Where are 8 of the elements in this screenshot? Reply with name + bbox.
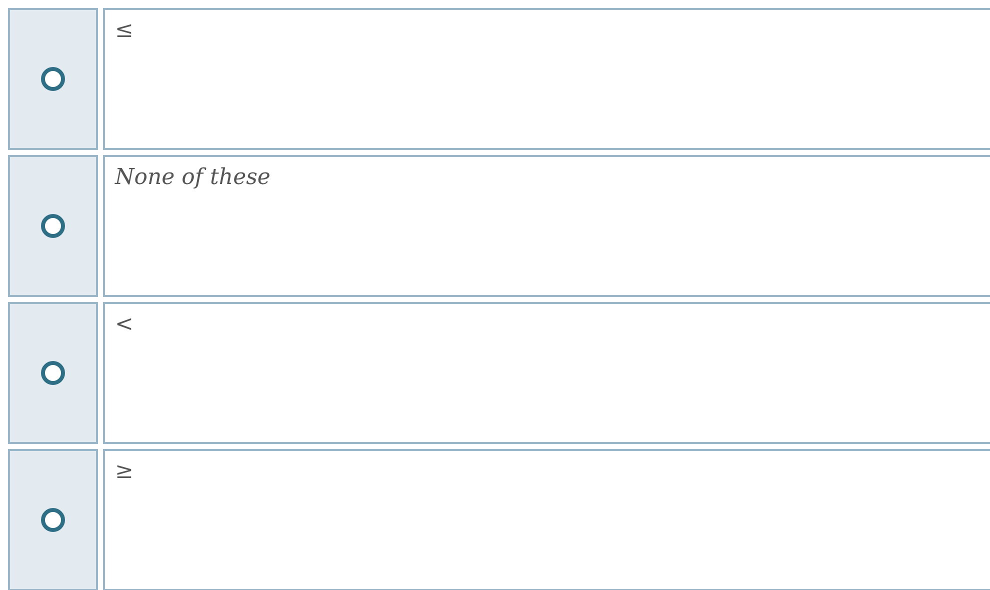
radio-button[interactable]	[41, 361, 65, 385]
answer-text: ≤	[115, 18, 134, 43]
answer-text: <	[115, 312, 134, 337]
answer-text: None of these	[115, 165, 270, 190]
radio-button[interactable]	[41, 214, 65, 238]
radio-button[interactable]	[41, 508, 65, 532]
answer-text: ≥	[115, 459, 134, 484]
radio-button[interactable]	[41, 67, 65, 91]
